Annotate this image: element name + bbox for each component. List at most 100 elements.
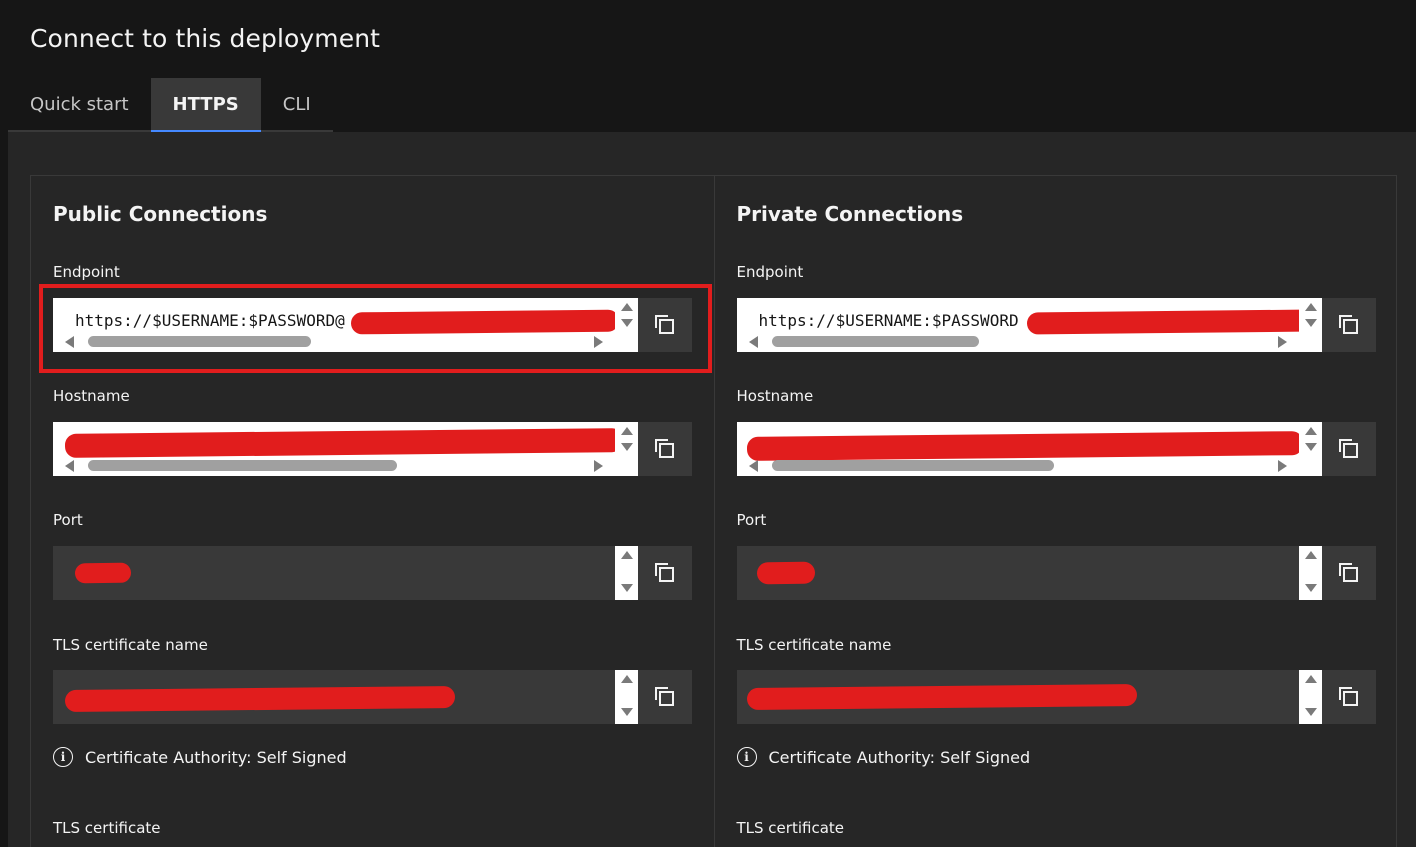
vertical-scrollbar[interactable] xyxy=(615,298,638,352)
endpoint-label: Endpoint xyxy=(53,263,120,281)
redaction-mark xyxy=(64,428,624,458)
horizontal-scrollbar[interactable] xyxy=(737,458,1299,472)
tls-certificate-name-textarea[interactable] xyxy=(736,670,1322,724)
tab-cli[interactable]: CLI xyxy=(260,78,333,132)
scroll-down-icon[interactable] xyxy=(1304,584,1317,592)
scroll-up-icon[interactable] xyxy=(621,551,633,559)
copy-tls-certificate-name-button[interactable] xyxy=(638,670,692,724)
scroll-down-icon[interactable] xyxy=(621,443,633,451)
scroll-right-icon[interactable] xyxy=(1277,460,1287,472)
panel-title: Public Connections xyxy=(53,202,268,226)
scroll-thumb[interactable] xyxy=(88,460,397,471)
connect-deployment-page: Connect to this deployment Quick start H… xyxy=(0,0,1416,847)
scroll-down-icon[interactable] xyxy=(621,708,633,716)
endpoint-textarea[interactable]: https://$USERNAME:$PASSWORD@ xyxy=(53,298,638,352)
horizontal-scrollbar[interactable] xyxy=(53,334,615,348)
scroll-left-icon[interactable] xyxy=(65,336,74,348)
redaction-mark xyxy=(74,562,132,584)
copy-icon xyxy=(1338,315,1359,335)
copy-icon xyxy=(655,687,675,707)
tab-quick-start[interactable]: Quick start xyxy=(8,78,151,132)
copy-icon xyxy=(655,315,675,335)
scroll-up-icon[interactable] xyxy=(621,675,633,683)
copy-icon xyxy=(1338,687,1359,707)
scroll-left-icon[interactable] xyxy=(65,460,74,472)
port-textarea[interactable] xyxy=(736,546,1322,600)
horizontal-scrollbar[interactable] xyxy=(737,334,1299,348)
scroll-up-icon[interactable] xyxy=(621,303,633,311)
scroll-right-icon[interactable] xyxy=(1277,336,1287,348)
scroll-left-icon[interactable] xyxy=(748,460,758,472)
copy-port-button[interactable] xyxy=(638,546,692,600)
scroll-thumb[interactable] xyxy=(771,336,979,347)
certificate-authority-note: i Certificate Authority: Self Signed xyxy=(736,747,1031,767)
endpoint-field: https://$USERNAME:$PASSWORD@ xyxy=(53,298,692,352)
tab-content: Public Connections Endpoint https://$USE… xyxy=(8,132,1416,847)
scroll-down-icon[interactable] xyxy=(1304,319,1317,327)
endpoint-field: https://$USERNAME:$PASSWORD xyxy=(736,298,1376,352)
tls-certificate-name-textarea[interactable] xyxy=(53,670,638,724)
scroll-up-icon[interactable] xyxy=(1304,427,1317,435)
redaction-mark xyxy=(350,309,620,335)
vertical-scrollbar[interactable] xyxy=(1298,422,1322,476)
vertical-scrollbar[interactable] xyxy=(615,546,638,600)
vertical-scrollbar[interactable] xyxy=(615,670,638,724)
tls-certificate-name-label: TLS certificate name xyxy=(736,636,892,654)
endpoint-value: https://$USERNAME:$PASSWORD xyxy=(758,311,1019,330)
hostname-field xyxy=(736,422,1376,476)
redaction-mark xyxy=(756,561,815,585)
endpoint-textarea[interactable]: https://$USERNAME:$PASSWORD xyxy=(736,298,1322,352)
tls-certificate-label: TLS certificate xyxy=(736,819,845,837)
scroll-up-icon[interactable] xyxy=(621,427,633,435)
hostname-textarea[interactable] xyxy=(736,422,1322,476)
tls-certificate-label: TLS certificate xyxy=(53,819,161,837)
certificate-authority-text: Certificate Authority: Self Signed xyxy=(85,747,347,767)
information-icon: i xyxy=(736,747,757,767)
redaction-mark xyxy=(746,431,1303,461)
information-icon: i xyxy=(53,747,73,767)
scroll-right-icon[interactable] xyxy=(594,460,603,472)
copy-port-button[interactable] xyxy=(1321,546,1376,600)
vertical-scrollbar[interactable] xyxy=(1298,546,1322,600)
connections-grid: Public Connections Endpoint https://$USE… xyxy=(30,175,1397,847)
panel-title: Private Connections xyxy=(736,202,964,226)
endpoint-label: Endpoint xyxy=(736,263,804,281)
tab-https[interactable]: HTTPS xyxy=(150,78,261,132)
scroll-up-icon[interactable] xyxy=(1304,551,1317,559)
vertical-scrollbar[interactable] xyxy=(1298,298,1322,352)
scroll-down-icon[interactable] xyxy=(1304,443,1317,451)
tls-certificate-name-field xyxy=(53,670,692,724)
horizontal-scrollbar[interactable] xyxy=(53,458,615,472)
endpoint-value: https://$USERNAME:$PASSWORD@ xyxy=(75,311,345,330)
copy-endpoint-button[interactable] xyxy=(638,298,692,352)
scroll-left-icon[interactable] xyxy=(748,336,758,348)
tls-certificate-name-field xyxy=(736,670,1376,724)
copy-hostname-button[interactable] xyxy=(638,422,692,476)
port-field xyxy=(736,546,1376,600)
hostname-textarea[interactable] xyxy=(53,422,638,476)
copy-icon xyxy=(1338,563,1359,583)
vertical-scrollbar[interactable] xyxy=(615,422,638,476)
hostname-label: Hostname xyxy=(736,387,814,405)
copy-tls-certificate-name-button[interactable] xyxy=(1321,670,1376,724)
port-label: Port xyxy=(53,511,83,529)
scroll-down-icon[interactable] xyxy=(621,584,633,592)
scroll-up-icon[interactable] xyxy=(1304,303,1317,311)
scroll-down-icon[interactable] xyxy=(621,319,633,327)
scroll-down-icon[interactable] xyxy=(1304,708,1317,716)
private-connections-panel: Private Connections Endpoint https://$US… xyxy=(713,176,1397,847)
copy-hostname-button[interactable] xyxy=(1321,422,1376,476)
scroll-thumb[interactable] xyxy=(771,460,1054,471)
port-textarea[interactable] xyxy=(53,546,638,600)
redaction-mark xyxy=(64,685,456,713)
certificate-authority-text: Certificate Authority: Self Signed xyxy=(768,747,1031,767)
vertical-scrollbar[interactable] xyxy=(1298,670,1322,724)
scroll-right-icon[interactable] xyxy=(594,336,603,348)
hostname-field xyxy=(53,422,692,476)
tls-certificate-name-label: TLS certificate name xyxy=(53,636,208,654)
copy-icon xyxy=(655,563,675,583)
redaction-mark xyxy=(746,683,1137,711)
scroll-up-icon[interactable] xyxy=(1304,675,1317,683)
copy-endpoint-button[interactable] xyxy=(1321,298,1376,352)
scroll-thumb[interactable] xyxy=(88,336,311,347)
